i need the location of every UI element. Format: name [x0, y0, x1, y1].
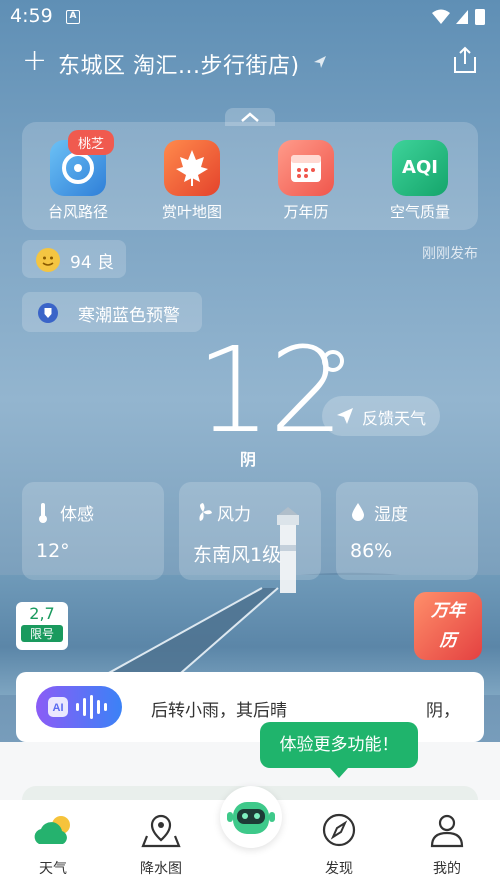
maple-leaf-icon: [164, 140, 220, 196]
robot-icon: [227, 802, 275, 834]
weather-alert[interactable]: 寒潮蓝色预警: [22, 292, 202, 332]
alert-text: 寒潮蓝色预警: [78, 306, 180, 326]
location-title[interactable]: 东城区 淘汇...步行街店): [58, 48, 300, 80]
card-title: 体感: [60, 505, 94, 525]
tab-label: 天气: [39, 861, 67, 877]
tab-label: 发现: [325, 861, 353, 877]
ai-waveform-icon: AI: [48, 695, 107, 719]
shortcut-label: 赏叶地图: [161, 203, 222, 221]
svg-text:AI: AI: [53, 702, 64, 714]
shortcut-label: 空气质量: [389, 203, 450, 221]
tab-discover[interactable]: 发现: [294, 812, 384, 878]
thermometer-icon: [39, 503, 47, 523]
shortcut-calendar[interactable]: 万年历: [256, 140, 356, 222]
user-icon: [430, 814, 464, 848]
ai-forecast-text: 后转小雨，其后晴: [151, 701, 287, 721]
status-time: 4:59: [10, 5, 53, 27]
card-value: 86%: [350, 540, 393, 562]
calendar-ad-button[interactable]: 万年 历: [414, 592, 482, 660]
notification-icon: A: [66, 10, 80, 24]
calendar-ad-line2: 历: [439, 631, 457, 651]
card-title: 风力: [217, 505, 251, 525]
feels-like-card[interactable]: 体感 12°: [22, 482, 164, 580]
calendar-ad-line1: 万年: [431, 601, 465, 621]
tab-mine[interactable]: 我的: [402, 812, 492, 878]
humidity-card[interactable]: 湿度 86%: [336, 482, 478, 580]
wind-card[interactable]: 风力 东南风1级: [179, 482, 321, 580]
tab-label: 降水图: [140, 861, 182, 877]
feature-tooltip[interactable]: 体验更多功能！: [260, 722, 418, 768]
aqi-value: 94 良: [70, 253, 115, 273]
ai-voice-button[interactable]: AI: [36, 686, 122, 728]
current-temperature: 12: [196, 321, 344, 459]
feedback-label: 反馈天气: [362, 409, 427, 428]
compass-icon: [322, 813, 356, 847]
tab-precipitation[interactable]: 降水图: [116, 812, 206, 878]
smiley-icon: [36, 248, 60, 272]
add-city-button[interactable]: +: [22, 46, 47, 76]
alert-icon: [38, 303, 58, 323]
aqi-chip[interactable]: 94 良: [22, 240, 126, 278]
degree-symbol: [322, 350, 344, 372]
traffic-restriction-badge[interactable]: 2,7 限号: [16, 602, 68, 650]
weather-icon: [34, 816, 70, 844]
status-bar: 4:59 A: [0, 0, 500, 34]
water-drop-icon: [352, 503, 364, 521]
ai-forecast-text-tail: 阴，: [426, 701, 460, 721]
current-condition: 阴: [240, 450, 257, 469]
feedback-button[interactable]: 反馈天气: [322, 396, 440, 436]
tab-weather[interactable]: 天气: [8, 812, 98, 878]
shortcut-label: 台风路径: [47, 203, 108, 221]
card-value: 东南风1级: [193, 544, 282, 566]
ai-assistant-button[interactable]: [220, 786, 282, 848]
shortcut-leaf-map[interactable]: 赏叶地图: [142, 140, 242, 222]
shortcut-air-quality[interactable]: AQI 空气质量: [370, 140, 470, 222]
header: + 东城区 淘汇...步行街店): [0, 42, 500, 82]
restriction-numbers: 2,7: [29, 604, 55, 623]
location-arrow-icon: [314, 56, 326, 68]
fan-icon: [199, 503, 212, 521]
signal-battery-icon: [432, 9, 485, 25]
share-icon[interactable]: [452, 46, 478, 74]
shortcut-label: 万年历: [283, 203, 329, 221]
published-time: 刚刚发布: [422, 246, 478, 262]
tooltip-arrow: [330, 768, 348, 778]
tab-label: 我的: [433, 861, 461, 877]
calendar-icon: [278, 140, 334, 196]
map-pin-icon: [141, 814, 181, 848]
card-value: 12°: [36, 540, 70, 562]
send-icon: [337, 408, 353, 424]
aqi-icon: AQI: [392, 140, 448, 196]
restriction-label: 限号: [21, 625, 63, 642]
card-title: 湿度: [374, 505, 408, 525]
typhoon-badge: 桃芝: [68, 130, 115, 155]
